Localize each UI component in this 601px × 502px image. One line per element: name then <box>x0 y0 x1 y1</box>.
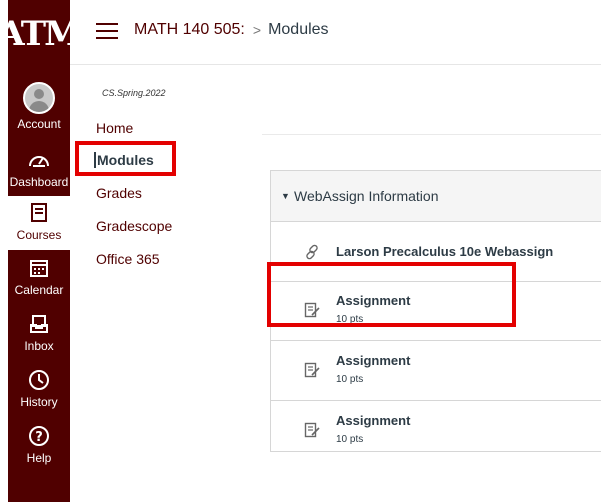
nav-courses[interactable]: Courses <box>8 196 70 250</box>
module-item-assignment: Assignment 10 pts <box>271 401 601 460</box>
account-avatar-icon <box>23 82 55 114</box>
nav-history[interactable]: History <box>8 368 70 422</box>
history-clock-icon <box>26 368 52 392</box>
nav-calendar[interactable]: Calendar <box>8 256 70 310</box>
module-header[interactable]: ▼ WebAssign Information <box>271 171 601 222</box>
nav-help-label: Help <box>26 451 52 465</box>
module-item-assignment: Assignment 10 pts <box>271 341 601 401</box>
course-term: CS.Spring.2022 <box>102 88 166 98</box>
nav-inbox-label: Inbox <box>24 339 54 353</box>
course-nav-home[interactable]: Home <box>96 120 133 136</box>
course-nav-grades[interactable]: Grades <box>96 185 142 201</box>
collapse-triangle-icon[interactable]: ▼ <box>281 191 290 201</box>
nav-help[interactable]: ? Help <box>8 424 70 478</box>
assignment-icon <box>304 362 320 378</box>
global-navigation: ATM Account Dashboard Courses Calendar I… <box>0 0 82 502</box>
nav-account[interactable]: Account <box>8 82 70 136</box>
module-item-points: 10 pts <box>336 434 364 445</box>
link-icon <box>304 244 320 260</box>
content-divider <box>262 134 601 135</box>
svg-text:?: ? <box>35 430 43 445</box>
nav-courses-label: Courses <box>16 228 62 242</box>
highlight-box-assignment <box>267 262 516 327</box>
inbox-icon <box>26 312 52 336</box>
breadcrumb-separator-icon: > <box>252 22 262 38</box>
tamu-logo[interactable]: ATM <box>0 6 82 62</box>
page-header: MATH 140 505: > Modules <box>70 0 601 65</box>
module-item-title[interactable]: Larson Precalculus 10e Webassign <box>336 244 553 259</box>
nav-dashboard[interactable]: Dashboard <box>8 148 70 202</box>
assignment-icon <box>304 422 320 438</box>
course-nav-gradescope[interactable]: Gradescope <box>96 218 172 234</box>
window-edge <box>0 0 8 502</box>
dashboard-gauge-icon <box>26 148 52 172</box>
course-nav-office-365[interactable]: Office 365 <box>96 251 160 267</box>
breadcrumb-current: Modules <box>268 21 329 38</box>
courses-book-icon <box>26 201 52 225</box>
help-question-icon: ? <box>26 424 52 448</box>
nav-history-label: History <box>20 395 58 409</box>
hamburger-menu-icon[interactable] <box>96 23 118 41</box>
nav-account-label: Account <box>17 117 61 131</box>
module-title: WebAssign Information <box>294 188 439 204</box>
breadcrumb-course-link[interactable]: MATH 140 505: <box>134 21 245 39</box>
module-item-title[interactable]: Assignment <box>336 353 410 368</box>
nav-dashboard-label: Dashboard <box>9 175 69 189</box>
nav-inbox[interactable]: Inbox <box>8 312 70 366</box>
breadcrumb: MATH 140 505: > Modules <box>134 21 329 39</box>
module-item-title[interactable]: Assignment <box>336 413 410 428</box>
module-item-points: 10 pts <box>336 374 364 385</box>
calendar-icon <box>26 256 52 280</box>
highlight-box-modules <box>75 141 176 176</box>
nav-calendar-label: Calendar <box>14 283 64 297</box>
